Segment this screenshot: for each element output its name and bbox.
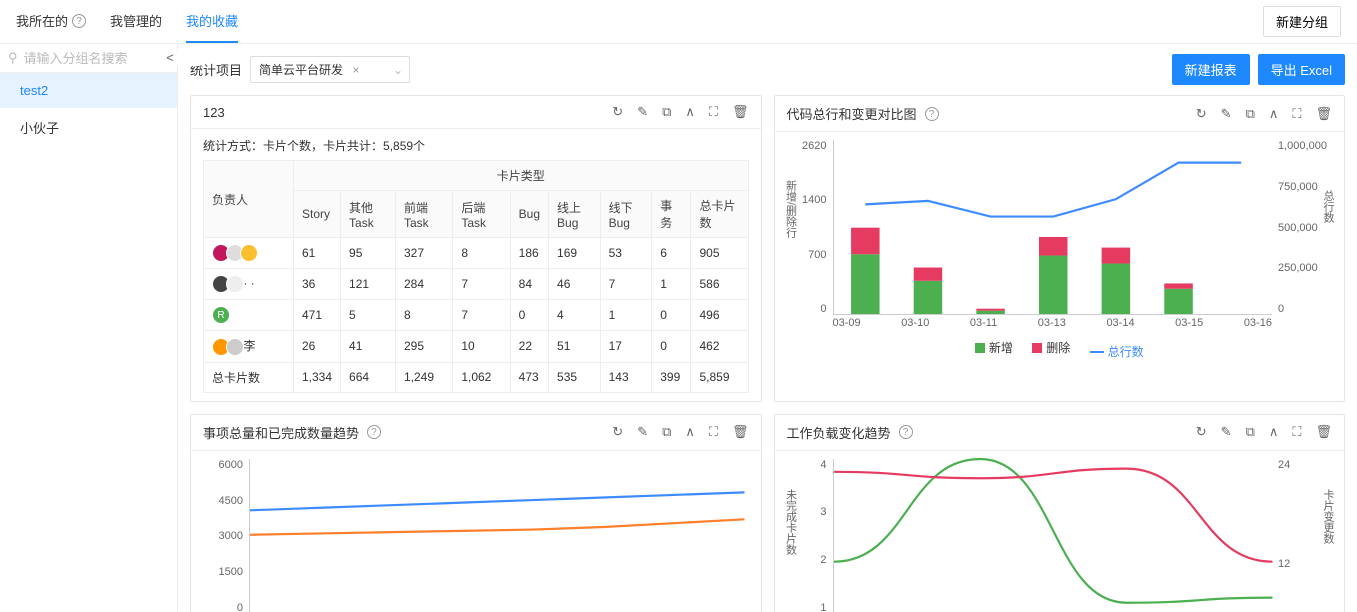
col-header: Story — [294, 191, 341, 238]
stat-summary: 统计方式：卡片个数，卡片共计：5,859个 — [203, 137, 749, 154]
delete-icon[interactable]: 🗑 — [1315, 424, 1332, 440]
fullscreen-icon[interactable]: ⛶ — [709, 424, 718, 440]
legend-add: 新增 — [989, 339, 1013, 356]
collapse-icon[interactable]: ∧ — [1269, 106, 1279, 122]
collapse-icon[interactable]: ∧ — [685, 104, 695, 120]
col-header: Bug — [510, 191, 548, 238]
refresh-icon[interactable]: ↻ — [612, 424, 623, 440]
col-owner: 负责人 — [204, 161, 294, 238]
table-row: 61953278186169536905 — [204, 238, 749, 269]
table-row: · ·361212847844671586 — [204, 269, 749, 300]
col-header: 事务 — [652, 191, 691, 238]
col-header: 其他Task — [341, 191, 396, 238]
delete-icon[interactable]: 🗑 — [1315, 106, 1332, 122]
edit-icon[interactable]: ✎ — [637, 104, 648, 120]
col-header: 线下Bug — [600, 191, 652, 238]
edit-icon[interactable]: ✎ — [1221, 106, 1232, 122]
collapse-icon[interactable]: ∧ — [685, 424, 695, 440]
search-icon: ⚲ — [8, 50, 18, 66]
collapse-sidebar-icon[interactable]: < — [162, 50, 178, 65]
chevron-down-icon[interactable]: ⌄ — [393, 63, 403, 77]
copy-icon[interactable]: ⧉ — [1246, 106, 1255, 122]
panel-title: 工作负载变化趋势 — [787, 423, 891, 442]
help-icon[interactable]: ? — [367, 425, 381, 439]
tab-my-manage[interactable]: 我管理的 — [110, 0, 162, 43]
panel-code-lines: 代码总行和变更对比图 ? ↻ ✎ ⧉ ∧ ⛶ 🗑 新增/删除行 — [774, 95, 1346, 402]
panel-item-trend: 事项总量和已完成数量趋势 ? ↻ ✎ ⧉ ∧ ⛶ 🗑 6000450030001… — [190, 414, 762, 612]
col-header: 线上Bug — [549, 191, 601, 238]
tab-label: 我管理的 — [110, 11, 162, 30]
panel-title: 事项总量和已完成数量趋势 — [203, 423, 359, 442]
card-stats-table: 负责人 卡片类型 Story其他Task前端Task后端TaskBug线上Bug… — [203, 160, 749, 393]
panel-workload: 工作负载变化趋势 ? ↻ ✎ ⧉ ∧ ⛶ 🗑 未完成卡片数 — [774, 414, 1346, 612]
tab-label: 我所在的 — [16, 11, 68, 30]
chart-item-trend: 60004500300015000 2023-01-032023-01-1320… — [203, 459, 749, 612]
main-tabs: 我所在的 ? 我管理的 我的收藏 — [16, 0, 238, 43]
panel-actions: ↻ ✎ ⧉ ∧ ⛶ 🗑 — [612, 104, 748, 120]
fullscreen-icon[interactable]: ⛶ — [1292, 424, 1301, 440]
refresh-icon[interactable]: ↻ — [612, 104, 623, 120]
help-icon[interactable]: ? — [72, 14, 86, 28]
legend-del: 删除 — [1046, 339, 1070, 356]
copy-icon[interactable]: ⧉ — [662, 424, 671, 440]
tab-my-in[interactable]: 我所在的 ? — [16, 0, 86, 43]
project-select[interactable]: 简单云平台研发 × ⌄ — [250, 56, 410, 83]
tab-my-fav[interactable]: 我的收藏 — [186, 0, 238, 43]
collapse-icon[interactable]: ∧ — [1269, 424, 1279, 440]
panel-card-stats: 123 ↻ ✎ ⧉ ∧ ⛶ 🗑 统计方式：卡片个数，卡片共计：5,859个 — [190, 95, 762, 402]
col-header: 总卡片数 — [691, 191, 748, 238]
copy-icon[interactable]: ⧉ — [1246, 424, 1255, 440]
remove-tag-icon[interactable]: × — [352, 63, 359, 77]
avatar — [240, 244, 258, 262]
sidebar: ⚲ < test2小伙子 — [0, 44, 178, 612]
help-icon[interactable]: ? — [899, 425, 913, 439]
delete-icon[interactable]: 🗑 — [732, 104, 749, 120]
panel-title: 123 — [203, 105, 225, 120]
copy-icon[interactable]: ⧉ — [662, 104, 671, 120]
project-tag-text: 简单云平台研发 — [259, 63, 343, 77]
new-group-button[interactable]: 新建分组 — [1263, 6, 1341, 37]
col-header: 后端Task — [453, 191, 510, 238]
chart-code-lines: 新增/删除行 总行数 262014007000 1,000,000750,000… — [787, 140, 1333, 335]
fullscreen-icon[interactable]: ⛶ — [1292, 106, 1301, 122]
chart-workload: 未完成卡片数 卡片变更数 4321 2412 2023-03-132023-03… — [787, 459, 1333, 612]
refresh-icon[interactable]: ↻ — [1196, 424, 1207, 440]
edit-icon[interactable]: ✎ — [637, 424, 648, 440]
table-row: 李2641295102251170462 — [204, 331, 749, 363]
export-excel-button[interactable]: 导出 Excel — [1258, 54, 1345, 85]
col-header: 前端Task — [395, 191, 452, 238]
new-report-button[interactable]: 新建报表 — [1172, 54, 1250, 85]
table-row-total: 总卡片数1,3346641,2491,0624735351433995,859 — [204, 362, 749, 392]
panel-title: 代码总行和变更对比图 — [787, 104, 917, 123]
sidebar-item[interactable]: 小伙子 — [0, 108, 177, 147]
avatar: R — [212, 306, 230, 324]
fullscreen-icon[interactable]: ⛶ — [709, 104, 718, 120]
sidebar-item[interactable]: test2 — [0, 73, 177, 108]
edit-icon[interactable]: ✎ — [1221, 424, 1232, 440]
table-row: R4715870410496 — [204, 300, 749, 331]
tab-label: 我的收藏 — [186, 11, 238, 30]
delete-icon[interactable]: 🗑 — [732, 424, 749, 440]
sidebar-search[interactable]: ⚲ < — [0, 44, 177, 73]
refresh-icon[interactable]: ↻ — [1196, 106, 1207, 122]
help-icon[interactable]: ? — [925, 107, 939, 121]
legend-total: 总行数 — [1108, 343, 1144, 360]
col-group-type: 卡片类型 — [294, 161, 749, 191]
